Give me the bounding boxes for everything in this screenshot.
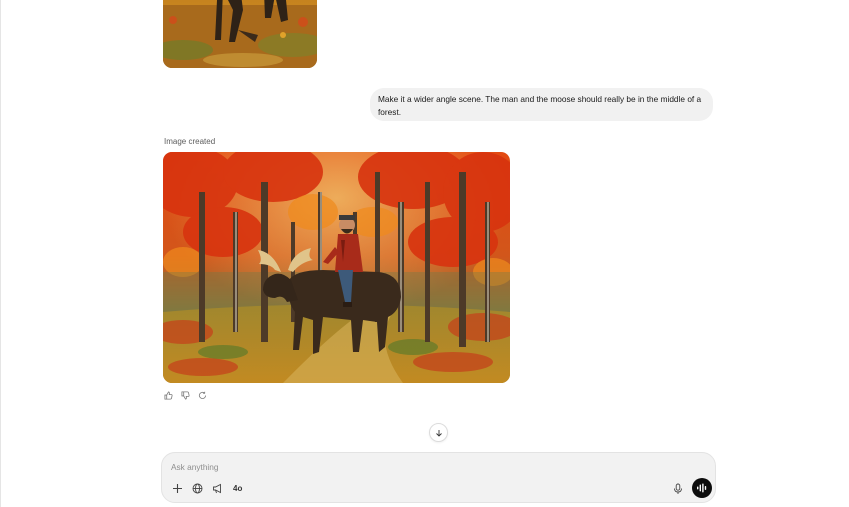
composer-tools: 4o [171, 482, 242, 494]
user-message-bubble: Make it a wider angle scene. The man and… [370, 88, 713, 121]
image-created-label: Image created [164, 137, 216, 146]
chat-page: Make it a wider angle scene. The man and… [0, 0, 849, 507]
message-actions [164, 391, 207, 400]
arrow-down-icon [435, 429, 442, 437]
user-message-text: Make it a wider angle scene. The man and… [378, 94, 702, 117]
voice-mode-button[interactable] [692, 478, 712, 498]
composer-input[interactable]: Ask anything [171, 462, 219, 472]
thumbs-down-icon[interactable] [181, 391, 190, 400]
generated-image[interactable] [163, 152, 510, 383]
moose-rider-forest-painting [163, 152, 510, 383]
model-selector[interactable]: 4o [233, 484, 242, 493]
message-composer[interactable]: Ask anything 4o [161, 452, 716, 503]
moose-painting-partial [163, 0, 317, 68]
thumbs-up-icon[interactable] [164, 391, 173, 400]
voice-mode-icon [697, 483, 707, 493]
scroll-to-bottom-button[interactable] [429, 423, 448, 442]
plus-icon[interactable] [171, 482, 183, 494]
megaphone-icon[interactable] [211, 482, 223, 494]
refresh-icon[interactable] [198, 391, 207, 400]
globe-icon[interactable] [191, 482, 203, 494]
microphone-icon[interactable] [672, 482, 684, 494]
sidebar-divider [0, 0, 1, 507]
previous-generated-image[interactable] [163, 0, 317, 68]
